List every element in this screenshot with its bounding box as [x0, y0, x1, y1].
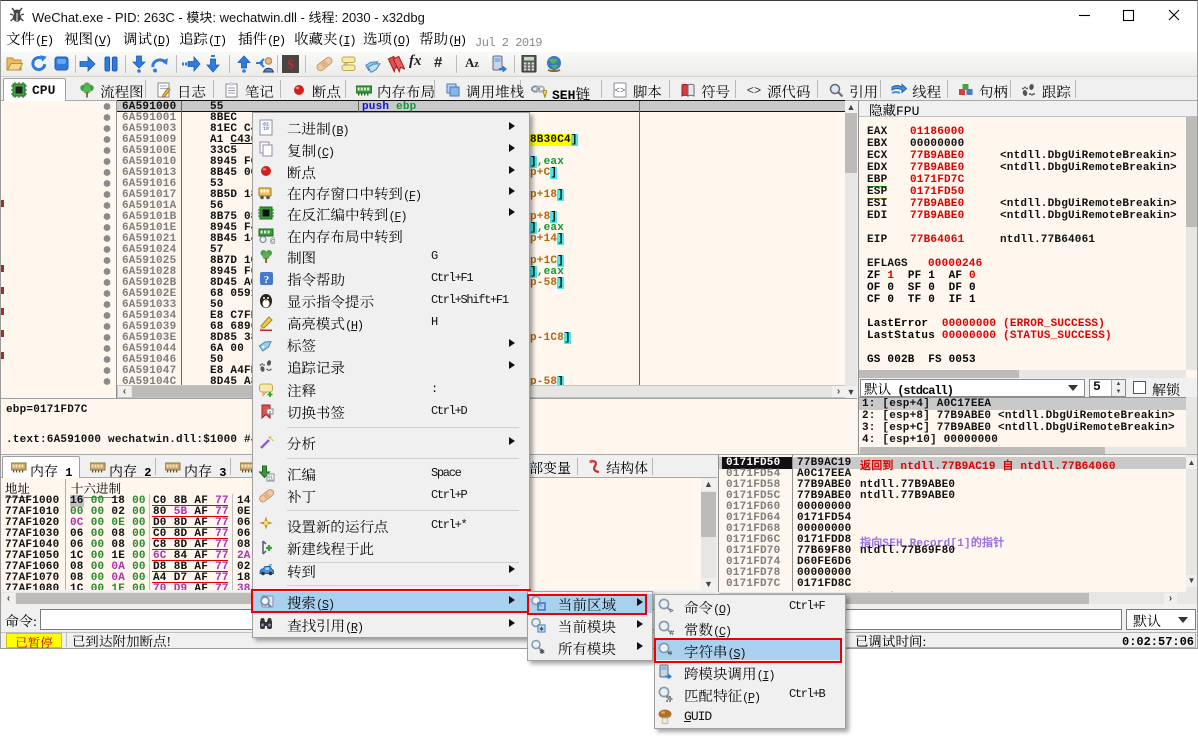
- svg-text:✱: ✱: [539, 647, 545, 655]
- svg-text:S: S: [287, 57, 294, 72]
- svg-text:#: #: [670, 630, 675, 638]
- svg-text:✱: ✱: [539, 624, 544, 633]
- svg-text:>: >: [670, 608, 674, 615]
- svg-text:<>: <>: [615, 86, 626, 96]
- svg-text:10: 10: [268, 479, 273, 482]
- svg-text:<>: <>: [747, 84, 761, 98]
- svg-text:10: 10: [263, 126, 269, 132]
- svg-text:?: ?: [264, 274, 270, 286]
- svg-text:@: @: [270, 236, 276, 244]
